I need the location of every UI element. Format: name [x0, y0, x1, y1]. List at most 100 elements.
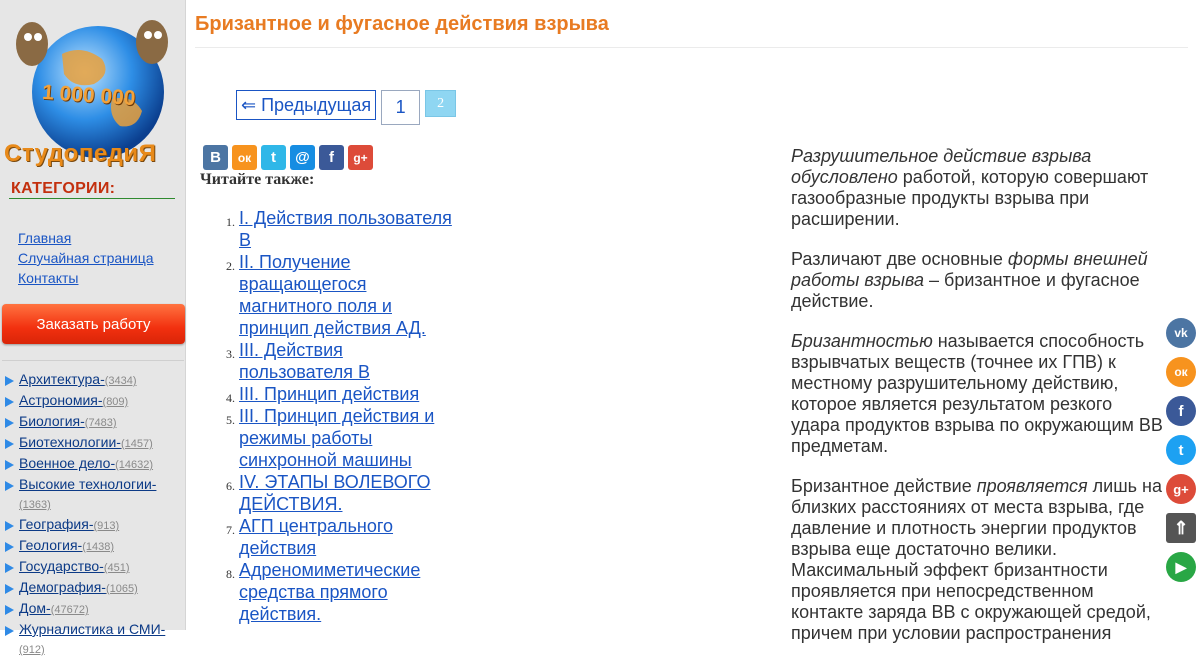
- category-link[interactable]: Астрономия-: [19, 392, 103, 408]
- play-arrow-glyph: ▶: [1175, 558, 1187, 575]
- paragraph-text: лишь на близких расстояниях от места взр…: [791, 476, 1163, 643]
- triangle-bullet-icon: [5, 397, 14, 407]
- list-number: 2.: [226, 259, 235, 273]
- category-link[interactable]: Демография-: [19, 579, 106, 595]
- sidebar: 1 000 000 СтудопедиЯ КАТЕГОРИИ: Главная …: [0, 0, 186, 656]
- emphasis-text: проявляется: [976, 476, 1088, 496]
- nav-link-contacts[interactable]: Контакты: [18, 268, 154, 288]
- facebook-float-glyph: f: [1178, 402, 1184, 420]
- article-body: Разрушительное действие взрыва обусловле…: [791, 146, 1163, 663]
- category-link[interactable]: География-: [19, 516, 93, 532]
- paragraph-text: Бризантное действие: [791, 476, 977, 496]
- category-link[interactable]: Биотехнологии-: [19, 434, 121, 450]
- play-arrow-icon[interactable]: ▶: [1166, 552, 1196, 582]
- facebook-float-icon[interactable]: f: [1166, 396, 1196, 426]
- list-number: 1.: [226, 215, 235, 229]
- category-count: (912): [19, 644, 45, 656]
- list-item: 7. АГП центрального действия: [222, 515, 452, 559]
- triangle-bullet-icon: [5, 563, 14, 573]
- related-link[interactable]: III. Принцип действия и режимы работы си…: [239, 406, 434, 470]
- list-item: 3. III. Действия пользователя В: [222, 339, 452, 383]
- list-number: 8.: [226, 567, 235, 581]
- category-item[interactable]: Биология-(7483): [5, 412, 183, 433]
- ok-float-icon[interactable]: ок: [1166, 357, 1196, 387]
- related-link[interactable]: III. Принцип действия: [239, 384, 419, 404]
- list-item: 4. III. Принцип действия: [222, 383, 452, 405]
- triangle-bullet-icon: [5, 481, 14, 491]
- category-link[interactable]: Журналистика и СМИ-: [19, 621, 165, 637]
- ok-float-glyph: ок: [1174, 365, 1188, 379]
- nav-link-home[interactable]: Главная: [18, 228, 154, 248]
- list-item: 5. III. Принцип действия и режимы работы …: [222, 405, 452, 471]
- list-item: 6. IV. ЭТАПЫ ВОЛЕВОГО ДЕЙСТВИЯ.: [222, 471, 452, 515]
- ok-share-icon[interactable]: ок: [232, 145, 257, 170]
- paragraph-text: Различают две основные: [791, 249, 1008, 269]
- category-count: (809): [102, 396, 129, 408]
- category-item[interactable]: Журналистика и СМИ- (912): [5, 620, 183, 660]
- related-link[interactable]: II. Получение вращающегося магнитного по…: [239, 252, 426, 338]
- twitter-float-icon[interactable]: t: [1166, 435, 1196, 465]
- twitter-share-icon[interactable]: t: [261, 145, 286, 170]
- google-plus-float-icon[interactable]: g+: [1166, 474, 1196, 504]
- category-link[interactable]: Биология-: [19, 413, 85, 429]
- category-link[interactable]: Архитектура-: [19, 371, 105, 387]
- category-link[interactable]: Геология-: [19, 537, 82, 553]
- category-link[interactable]: Военное дело-: [19, 455, 115, 471]
- category-count: (7483): [84, 417, 117, 429]
- order-work-button[interactable]: Заказать работу: [2, 304, 185, 344]
- sidebar-nav: Главная Случайная страница Контакты: [18, 228, 154, 288]
- categories-title: КАТЕГОРИИ:: [11, 180, 116, 197]
- google-plus-share-icon[interactable]: g+: [348, 145, 373, 170]
- list-number: 6.: [226, 479, 235, 493]
- related-link[interactable]: I. Действия пользователя В: [239, 208, 452, 250]
- vk-share-icon[interactable]: В: [203, 145, 228, 170]
- triangle-bullet-icon: [5, 460, 14, 470]
- category-item[interactable]: Государство-(451): [5, 557, 183, 578]
- related-link[interactable]: АГП центрального действия: [239, 516, 393, 558]
- category-item[interactable]: Демография-(1065): [5, 578, 183, 599]
- list-number: 5.: [226, 413, 235, 427]
- category-link[interactable]: Высокие технологии-: [19, 476, 156, 492]
- triangle-bullet-icon: [5, 439, 14, 449]
- category-count: (1065): [105, 583, 138, 595]
- category-item[interactable]: Геология-(1438): [5, 536, 183, 557]
- nav-link-random[interactable]: Случайная страница: [18, 248, 154, 268]
- prev-page-button[interactable]: ⇐ Предыдущая: [236, 90, 377, 120]
- triangle-bullet-icon: [5, 626, 14, 636]
- category-count: (451): [103, 562, 130, 574]
- vk-float-icon[interactable]: vk: [1166, 318, 1196, 348]
- pagination: ⇐ Предыдущая 1 2: [236, 90, 457, 125]
- triangle-bullet-icon: [5, 376, 14, 386]
- related-link[interactable]: III. Действия пользователя В: [239, 340, 370, 382]
- facebook-share-icon[interactable]: f: [319, 145, 344, 170]
- categories-divider: [9, 198, 175, 199]
- category-count: (1363): [19, 499, 51, 511]
- read-also-heading: Читайте также:: [200, 171, 315, 188]
- category-item[interactable]: Высокие технологии- (1363): [5, 475, 183, 515]
- list-item: 2. II. Получение вращающегося магнитного …: [222, 251, 452, 339]
- related-link[interactable]: IV. ЭТАПЫ ВОЛЕВОГО ДЕЙСТВИЯ.: [239, 472, 431, 514]
- list-item: 1. I. Действия пользователя В: [222, 207, 452, 251]
- google-plus-float-glyph: g+: [1173, 481, 1189, 497]
- category-item[interactable]: География-(913): [5, 515, 183, 536]
- category-item[interactable]: Военное дело-(14632): [5, 454, 183, 475]
- category-item[interactable]: Архитектура-(3434): [5, 370, 183, 391]
- article-paragraph: Бризантное действие проявляется лишь на …: [791, 476, 1163, 644]
- triangle-bullet-icon: [5, 584, 14, 594]
- category-count: (47672): [50, 604, 89, 616]
- mail-share-icon[interactable]: @: [290, 145, 315, 170]
- article-paragraph: Различают две основные формы внешней раб…: [791, 249, 1163, 312]
- category-link[interactable]: Государство-: [19, 558, 104, 574]
- sidebar-divider: [2, 360, 184, 361]
- site-logo[interactable]: 1 000 000 СтудопедиЯ: [2, 4, 184, 168]
- category-link[interactable]: Дом-: [19, 600, 51, 616]
- twitter-float-glyph: t: [1178, 441, 1184, 459]
- category-item[interactable]: Дом-(47672): [5, 599, 183, 620]
- triangle-bullet-icon: [5, 521, 14, 531]
- page-1-button[interactable]: 1: [381, 90, 421, 125]
- category-count: (913): [93, 520, 120, 532]
- category-item[interactable]: Астрономия-(809): [5, 391, 183, 412]
- scroll-top-icon[interactable]: ⇑: [1166, 513, 1196, 543]
- category-item[interactable]: Биотехнологии-(1457): [5, 433, 183, 454]
- related-link[interactable]: Адреномиметические средства прямого дейс…: [239, 560, 420, 624]
